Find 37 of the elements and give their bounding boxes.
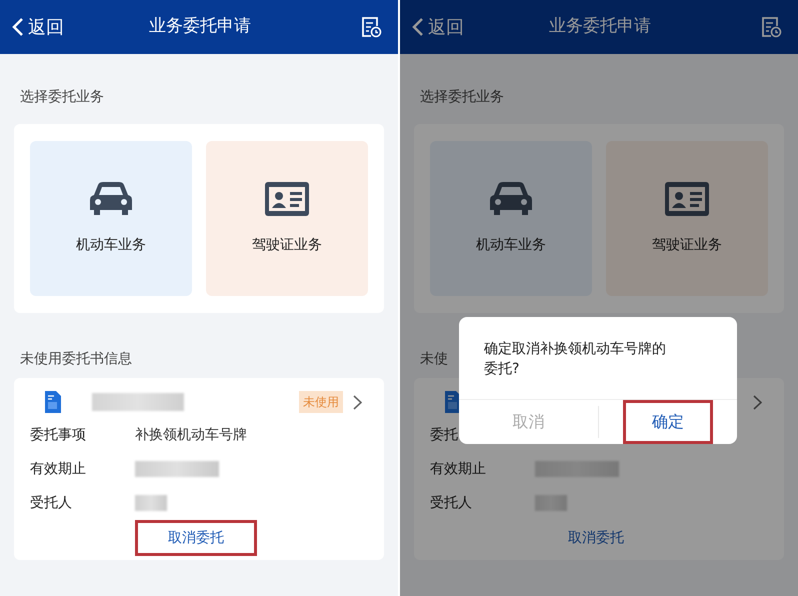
field-label: 有效期止 [30,460,87,478]
field-label: 委托 [430,426,459,444]
back-button[interactable]: 返回 [12,14,64,40]
page-title: 业务委托申请 [548,15,652,38]
field-label: 有效期止 [430,460,487,478]
records-button[interactable] [360,16,382,38]
confirm-button[interactable]: 确定 [622,400,713,444]
page-title: 业务委托申请 [148,15,252,38]
document-clock-icon [760,16,782,38]
document-icon [44,390,62,414]
service-tile[interactable]: 机动车业务 [30,141,192,296]
cancel-entrust-button[interactable]: 取消委托 [135,520,257,556]
car-icon [89,181,133,217]
back-icon [12,17,24,37]
id-card-icon [264,181,310,217]
document-clock-icon [360,16,382,38]
section-title: 选择委托业务 [20,88,104,107]
field-value: 补换领机动车号牌 [135,426,247,444]
chevron-right-icon [353,394,362,410]
back-button[interactable]: 返回 [412,14,464,40]
field-label: 受托人 [30,494,73,512]
section-title: 未使 [420,350,448,369]
field-label: 委托事项 [30,426,87,444]
service-tile[interactable]: 机动车业务 [430,141,592,296]
cancel-entrust-button[interactable]: 取消委托 [535,520,657,556]
id-card-icon [664,181,710,217]
status-badge: 未使用 [299,391,343,413]
field-label: 受托人 [430,494,473,512]
service-tile[interactable]: 驾驶证业务 [206,141,368,296]
service-tile[interactable]: 驾驶证业务 [606,141,768,296]
section-title: 未使用委托书信息 [20,350,132,369]
section-title: 选择委托业务 [420,88,504,107]
car-icon [489,181,533,217]
records-button[interactable] [760,16,782,38]
dialog-message: 确定取消补换领机动车号牌的委托? [483,340,667,379]
back-icon [412,17,424,37]
chevron-right-icon [753,394,762,410]
